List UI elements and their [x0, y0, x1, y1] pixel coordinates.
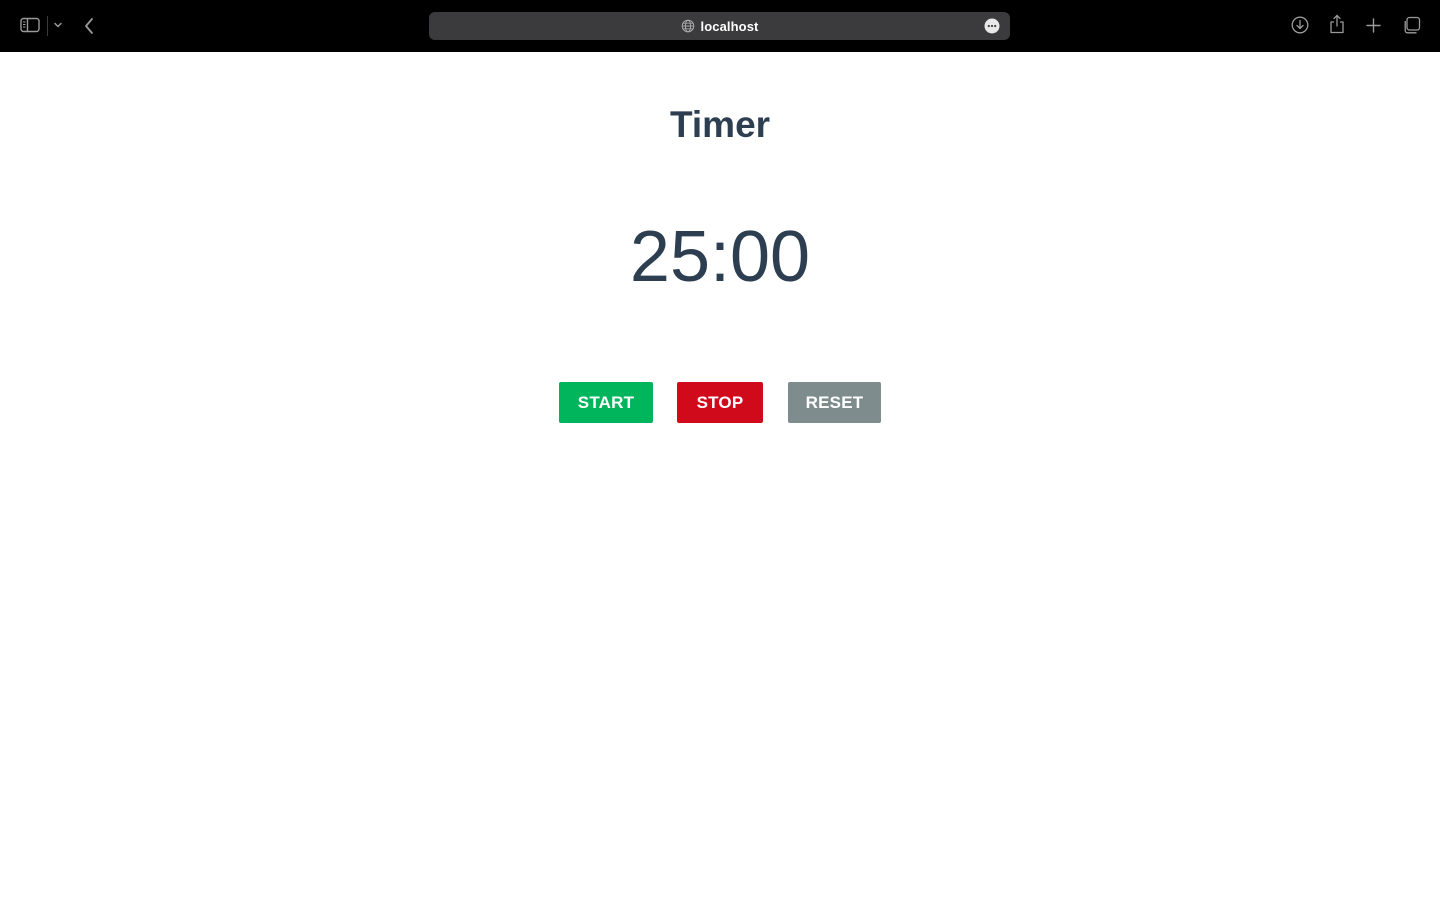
start-button[interactable]: START: [559, 382, 653, 423]
divider: [47, 16, 48, 36]
address-bar[interactable]: localhost: [429, 12, 1010, 40]
reset-button[interactable]: RESET: [788, 382, 881, 423]
chevron-down-icon[interactable]: [53, 20, 63, 30]
browser-toolbar: localhost: [0, 0, 1440, 52]
tabs-overview-icon[interactable]: [1402, 16, 1421, 35]
page-title: Timer: [669, 104, 771, 145]
address-text: localhost: [700, 18, 759, 34]
globe-icon: [681, 19, 695, 33]
time-display: 25:00: [629, 217, 811, 297]
plus-icon[interactable]: [1366, 18, 1381, 33]
stop-button[interactable]: STOP: [677, 382, 763, 423]
sidebar-icon[interactable]: [20, 17, 40, 33]
download-icon[interactable]: [1291, 16, 1309, 34]
share-icon[interactable]: [1329, 14, 1345, 34]
ellipsis-circle-icon[interactable]: [984, 18, 1000, 34]
chevron-left-icon[interactable]: [82, 16, 96, 36]
timer-page: Timer 25:00 START STOP RESET: [0, 52, 1440, 900]
